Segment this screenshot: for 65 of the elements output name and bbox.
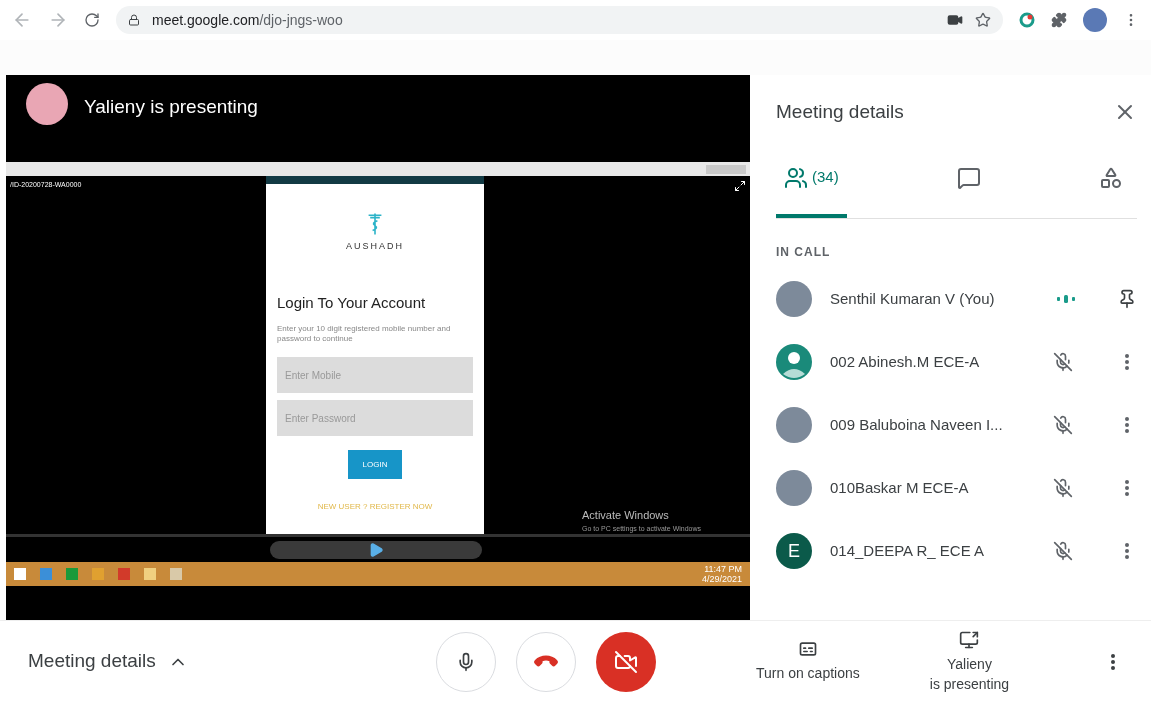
pin-icon — [1117, 289, 1137, 309]
presenter-avatar — [26, 83, 68, 125]
participant-row[interactable]: 009 Baluboina Naveen I... — [776, 407, 1137, 443]
participant-row[interactable]: E 014_DEEPA R_ ECE A — [776, 533, 1137, 569]
puzzle-icon — [1051, 12, 1067, 28]
avatar-photo-placeholder — [776, 281, 812, 317]
presenter-title: Yalieny is presenting — [84, 95, 258, 119]
more-options-icon — [1111, 653, 1115, 670]
activation-title: Activate Windows — [582, 508, 670, 523]
media-player-controls[interactable] — [270, 540, 482, 559]
meeting-details-button[interactable]: Meeting details — [28, 647, 436, 676]
participant-name: Senthil Kumaran V (You) — [830, 288, 995, 309]
taskbar-date: 4/29/2021 — [701, 574, 742, 584]
login-field[interactable]: Enter Password — [277, 400, 473, 436]
people-icon — [784, 165, 808, 190]
audio-level-icon — [1057, 295, 1077, 303]
profile-avatar[interactable] — [1083, 8, 1107, 32]
extensions-button[interactable] — [1051, 12, 1067, 28]
camera-off-icon — [614, 649, 638, 674]
avatar-photo-placeholder — [776, 470, 812, 506]
presenting-button[interactable]: Yalieny is presenting — [929, 629, 1010, 694]
participant-row[interactable]: 010Baskar M ECE-A — [776, 470, 1137, 506]
extension-icon — [1019, 12, 1035, 28]
url-text: meet.google.com/djo-jngs-woo — [152, 10, 343, 30]
muted-mic-icon — [1053, 541, 1073, 561]
camera-icon — [947, 12, 963, 28]
more-options-icon — [1125, 543, 1129, 559]
participant-name: 010Baskar M ECE-A — [830, 477, 969, 498]
pin-button[interactable] — [1117, 289, 1137, 309]
login-heading: Login To Your Account — [277, 292, 427, 313]
muted-mic-icon — [1053, 415, 1073, 435]
participant-name: 014_DEEPA R_ ECE A — [830, 540, 984, 561]
panel-title: Meeting details — [776, 99, 904, 124]
caduceus-logo-icon — [367, 212, 383, 236]
reload-button[interactable] — [84, 12, 100, 28]
play-icon — [368, 541, 384, 558]
participant-row[interactable]: 002 Abinesh.M ECE-A — [776, 344, 1137, 380]
letter-avatar: E — [776, 533, 812, 569]
more-options-icon — [1125, 480, 1129, 496]
screen-share-icon — [959, 629, 980, 650]
captions-icon — [797, 639, 818, 659]
more-options-icon — [1125, 354, 1129, 370]
muted-mic-icon — [1053, 478, 1073, 498]
bookmark-star-icon — [975, 12, 991, 28]
microphone-icon — [456, 651, 476, 672]
reload-icon — [84, 12, 100, 28]
shapes-icon — [1099, 165, 1123, 190]
participant-name: 009 Baluboina Naveen I... — [830, 414, 1003, 435]
login-field[interactable]: Enter Mobile — [277, 357, 473, 393]
window-controls-icon — [706, 164, 746, 174]
login-description: Enter your 10 digit registered mobile number and password to continue — [277, 324, 452, 344]
taskbar-time: 11:47 PM — [704, 564, 742, 574]
brand-name: AUSHADH — [346, 240, 404, 253]
captions-button[interactable]: Turn on captions — [756, 639, 860, 684]
fullscreen-icon — [734, 180, 746, 192]
avatar-photo-placeholder — [776, 407, 812, 443]
more-options-icon — [1125, 417, 1129, 433]
lock-icon — [128, 14, 140, 26]
address-bar[interactable]: meet.google.com/djo-jngs-woo — [116, 6, 1003, 34]
chat-icon — [956, 165, 981, 190]
participant-name: 002 Abinesh.M ECE-A — [830, 351, 980, 372]
muted-mic-icon — [1053, 352, 1073, 372]
panel-tab[interactable]: (34) — [776, 149, 847, 218]
participant-row[interactable]: Senthil Kumaran V (You) — [776, 281, 1137, 317]
section-label: IN CALL — [776, 244, 832, 261]
